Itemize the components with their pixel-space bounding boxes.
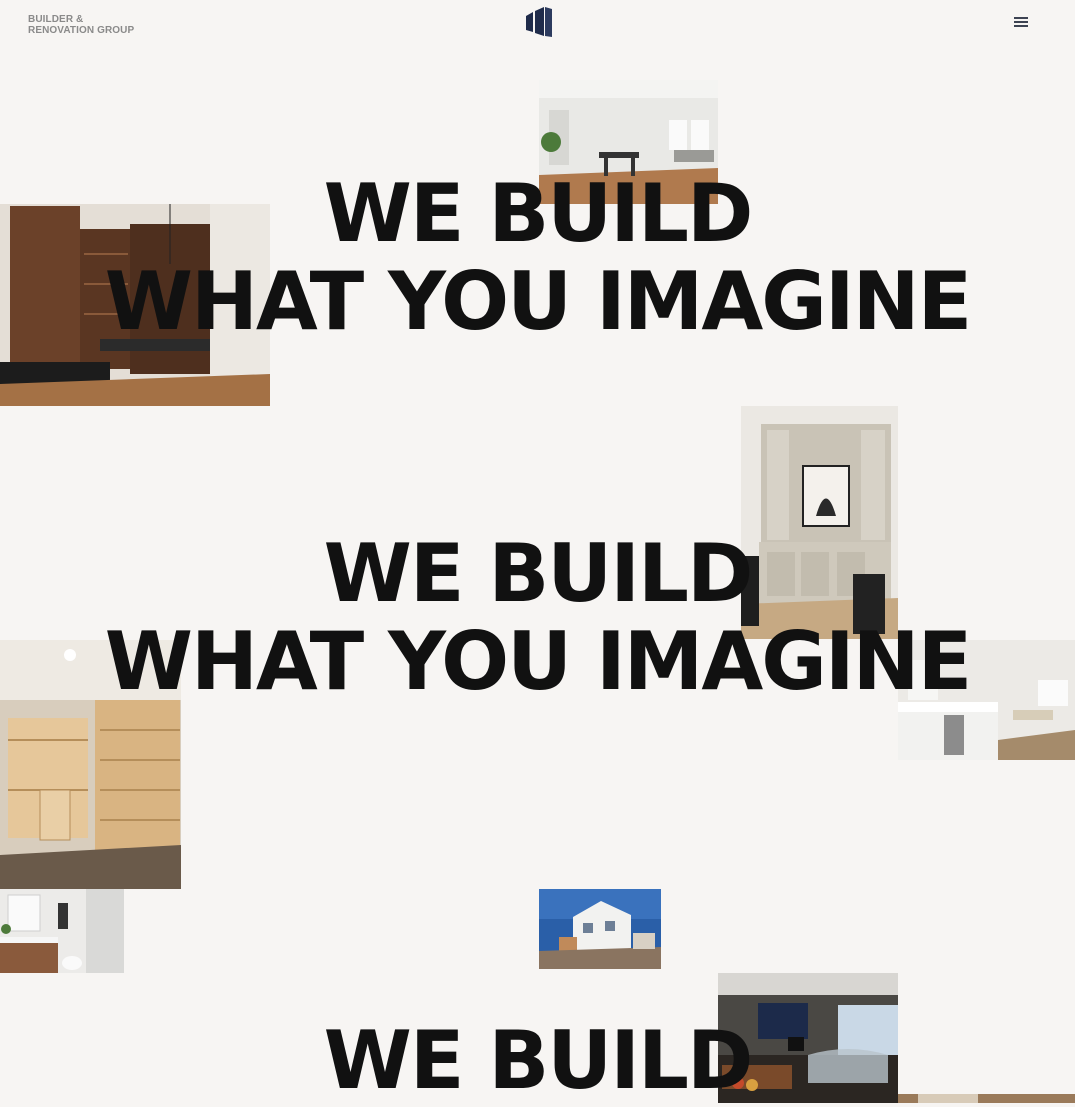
hero-headline: WE BUILD [0, 1017, 1075, 1105]
brand-line-2: RENOVATION GROUP [28, 25, 135, 36]
brand-line-1: BUILDER & [28, 14, 84, 25]
headline-line-1: WE BUILD [323, 527, 754, 620]
headline-line-2: WHAT YOU IMAGINE [104, 615, 973, 708]
bathroom-photo [0, 889, 124, 973]
construction-house-photo [539, 889, 661, 969]
headline-line-1: WE BUILD [323, 1014, 754, 1107]
hamburger-menu-icon[interactable] [1012, 14, 1030, 30]
hero-headline: WE BUILD WHAT YOU IMAGINE [0, 530, 1075, 706]
building-logo-icon[interactable] [524, 6, 554, 38]
headline-line-2: WHAT YOU IMAGINE [104, 255, 973, 348]
hero-headline: WE BUILD WHAT YOU IMAGINE [0, 170, 1075, 346]
brand-name[interactable]: BUILDER & RENOVATION GROUP [28, 14, 134, 36]
headline-line-1: WE BUILD [323, 167, 754, 260]
